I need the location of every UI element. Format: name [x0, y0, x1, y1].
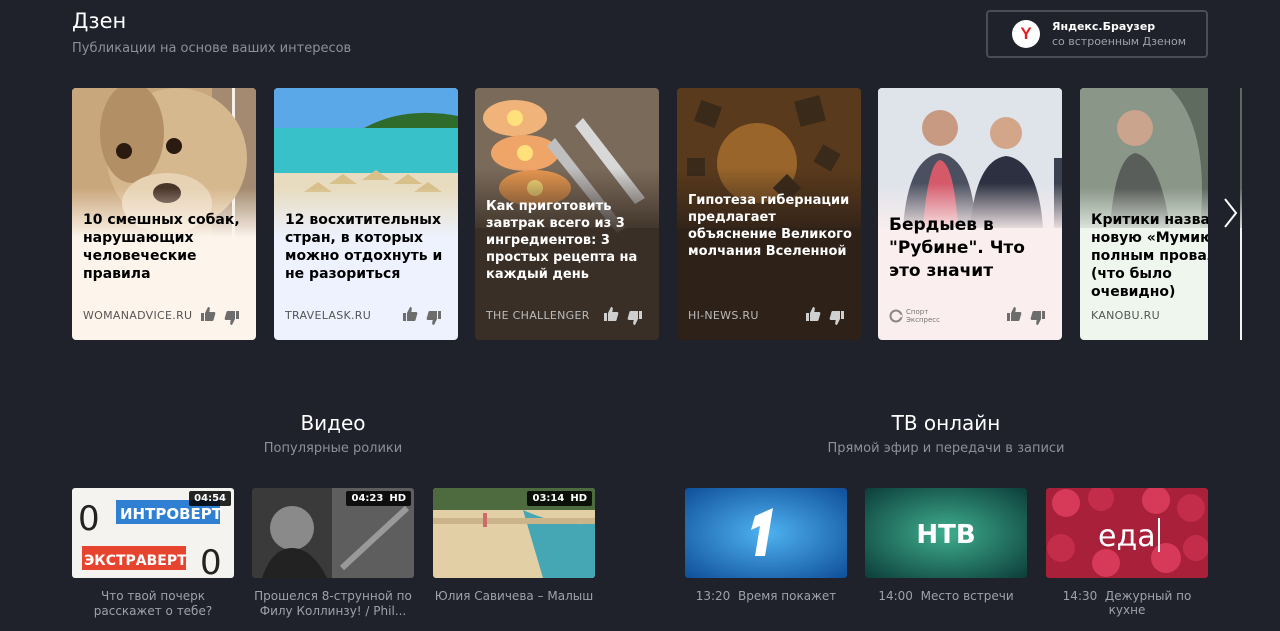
video-thumbnail[interactable]: 04:23 HD — [252, 488, 414, 578]
thumbs-down-icon[interactable] — [627, 310, 643, 326]
video-caption[interactable]: Прошелся 8-струнной по Филу Коллинзу! / … — [252, 589, 414, 619]
svg-text:0: 0 — [78, 499, 100, 539]
zen-card[interactable]: 10 смешных собак, нарушающих человечески… — [72, 88, 256, 340]
svg-text:НТВ: НТВ — [916, 520, 975, 550]
card-title: Как приготовить завтрак всего из 3 ингре… — [486, 199, 638, 282]
thumbs-up-icon[interactable] — [200, 306, 216, 322]
video-duration-badge: 04:23 HD — [346, 491, 411, 506]
tv-section-title: ТВ онлайн — [891, 411, 1001, 435]
thumbs-down-icon[interactable] — [1030, 310, 1046, 326]
card-title: Бердыев в "Рубине". Что это значит — [889, 215, 1025, 281]
tv-channel-perviy[interactable] — [685, 488, 847, 578]
tv-channel-ntv[interactable]: НТВ — [865, 488, 1027, 578]
zen-cards-carousel: 10 смешных собак, нарушающих человечески… — [72, 88, 1242, 340]
zen-section-title: Дзен — [72, 9, 127, 33]
card-source-logo: Спорт Экспресс — [889, 308, 940, 324]
tv-caption[interactable]: 13:20 Время покажет — [685, 589, 847, 603]
video-duration-badge: 03:14 HD — [527, 491, 592, 506]
sport-express-logo-icon — [889, 309, 903, 323]
zen-section-subtitle: Публикации на основе ваших интересов — [72, 41, 352, 56]
zen-card[interactable]: Как приготовить завтрак всего из 3 ингре… — [475, 88, 659, 340]
thumbs-up-icon[interactable] — [1006, 306, 1022, 322]
yandex-browser-promo-button[interactable]: Y Яндекс.Браузер со встроенным Дзеном — [986, 10, 1208, 58]
svg-text:ЭКСТРАВЕРТ: ЭКСТРАВЕРТ — [84, 553, 187, 569]
card-title: Гипотеза гибернации предлагает объяснени… — [688, 193, 852, 259]
channel-one-logo-icon — [685, 488, 847, 578]
tv-section-subtitle: Прямой эфир и передачи в записи — [827, 441, 1065, 456]
browser-promo-name: Яндекс.Браузер — [1052, 20, 1156, 33]
card-source: THE CHALLENGER — [486, 309, 590, 322]
video-thumbnail[interactable]: 0 0 ИНТРОВЕРТ ЭКСТРАВЕРТ 04:54 — [72, 488, 234, 578]
card-source: KANOBU.RU — [1091, 309, 1160, 322]
browser-promo-tagline: со встроенным Дзеном — [1052, 35, 1186, 48]
card-source: HI-NEWS.RU — [688, 309, 759, 322]
thumbs-up-icon[interactable] — [402, 306, 418, 322]
card-source: TRAVELASK.RU — [285, 309, 372, 322]
zen-card[interactable]: 12 восхитительных стран, в которых можно… — [274, 88, 458, 340]
svg-text:ИНТРОВЕРТ: ИНТРОВЕРТ — [120, 505, 223, 523]
video-caption[interactable]: Юлия Савичева – Малыш — [433, 589, 595, 604]
card-title: 10 смешных собак, нарушающих человечески… — [83, 212, 240, 282]
tv-caption[interactable]: 14:30 Дежурный по кухне — [1046, 589, 1208, 617]
zen-card[interactable]: Бердыев в "Рубине". Что это значит Спорт… — [878, 88, 1062, 340]
thumbs-down-icon[interactable] — [224, 310, 240, 326]
thumbs-up-icon[interactable] — [603, 306, 619, 322]
ntv-logo-icon: НТВ — [865, 488, 1027, 578]
card-source: WOMANADVICE.RU — [83, 309, 193, 322]
thumbs-down-icon[interactable] — [829, 310, 845, 326]
eda-logo-icon: еда — [1046, 488, 1208, 578]
chevron-right-icon[interactable] — [1218, 195, 1242, 231]
video-section-subtitle: Популярные ролики — [263, 441, 403, 456]
video-duration-badge: 04:54 — [189, 491, 231, 506]
svg-text:0: 0 — [200, 543, 222, 578]
video-section-title: Видео — [300, 411, 366, 435]
video-caption[interactable]: Что твой почерк расскажет о тебе? — [72, 589, 234, 619]
svg-text:еда: еда — [1098, 519, 1156, 554]
video-thumbnail[interactable]: 03:14 HD — [433, 488, 595, 578]
zen-card[interactable]: Гипотеза гибернации предлагает объяснени… — [677, 88, 861, 340]
tv-channel-eda[interactable]: еда — [1046, 488, 1208, 578]
yandex-browser-logo-icon: Y — [1012, 20, 1040, 48]
thumbs-up-icon[interactable] — [805, 306, 821, 322]
card-title: 12 восхитительных стран, в которых можно… — [285, 212, 443, 282]
tv-caption[interactable]: 14:00 Место встречи — [865, 589, 1027, 603]
thumbs-down-icon[interactable] — [426, 310, 442, 326]
